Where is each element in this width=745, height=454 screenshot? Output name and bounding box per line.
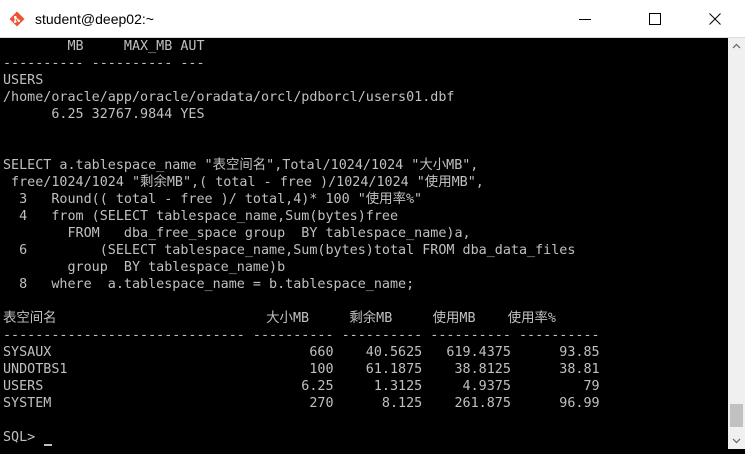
vertical-scrollbar[interactable]: [728, 38, 745, 449]
chevron-down-icon: [732, 438, 741, 444]
terminal-line: FROM dba_free_space group BY tablespace_…: [3, 226, 471, 241]
text-cursor: [44, 444, 53, 446]
terminal-line: /home/oracle/app/oracle/oradata/orcl/pdb…: [3, 90, 455, 105]
terminal-line: SELECT a.tablespace_name "表空间名",Total/10…: [3, 158, 479, 173]
close-icon: [709, 13, 721, 25]
scroll-up-button[interactable]: [728, 38, 745, 55]
terminal-line: 4 from (SELECT tablespace_name,Sum(bytes…: [3, 209, 399, 224]
terminal-line: USERS: [3, 73, 44, 88]
result-row: UNDOTBS1 100 61.1875 38.8125 38.81: [3, 362, 600, 377]
window-title: student@deep02:~: [35, 11, 154, 27]
terminal-line: free/1024/1024 "剩余MB",( total - free )/1…: [3, 175, 484, 190]
prompt-text: SQL>: [3, 430, 44, 445]
result-header-row: 表空间名 大小MB 剩余MB 使用MB 使用率%: [3, 311, 556, 326]
scroll-down-button[interactable]: [728, 432, 745, 449]
terminal-line: group BY tablespace_name)b: [3, 260, 286, 275]
terminal-line: 8 where a.tablespace_name = b.tablespace…: [3, 277, 415, 292]
result-separator-row: ------------------------------ ---------…: [3, 328, 600, 343]
result-row: SYSAUX 660 40.5625 619.4375 93.85: [3, 345, 600, 360]
terminal-line: ---------- ---------- ---: [3, 56, 205, 71]
terminal-line: 3 Round(( total - free )/ total,4)* 100 …: [3, 192, 423, 207]
terminal-line: 6.25 32767.9844 YES: [3, 107, 205, 122]
result-row: USERS 6.25 1.3125 4.9375 79: [3, 379, 600, 394]
result-row: SYSTEM 270 8.125 261.875 96.99: [3, 396, 600, 411]
terminal-line: 6 (SELECT tablespace_name,Sum(bytes)tota…: [3, 243, 576, 258]
maximize-icon: [649, 13, 661, 25]
git-diamond-icon: [9, 11, 25, 27]
minimize-icon: [579, 19, 591, 20]
scroll-thumb[interactable]: [730, 404, 743, 427]
maximize-button[interactable]: [632, 0, 678, 38]
close-button[interactable]: [692, 0, 738, 38]
terminal-window: student@deep02:~ MB MAX_MB AUT ---------…: [0, 0, 745, 449]
minimize-button[interactable]: [562, 0, 608, 38]
terminal-output[interactable]: MB MAX_MB AUT ---------- ---------- --- …: [0, 38, 728, 449]
command-prompt[interactable]: SQL>: [3, 429, 53, 446]
title-bar[interactable]: student@deep02:~: [0, 0, 745, 38]
chevron-up-icon: [732, 43, 741, 49]
terminal-line: MB MAX_MB AUT: [3, 39, 205, 54]
